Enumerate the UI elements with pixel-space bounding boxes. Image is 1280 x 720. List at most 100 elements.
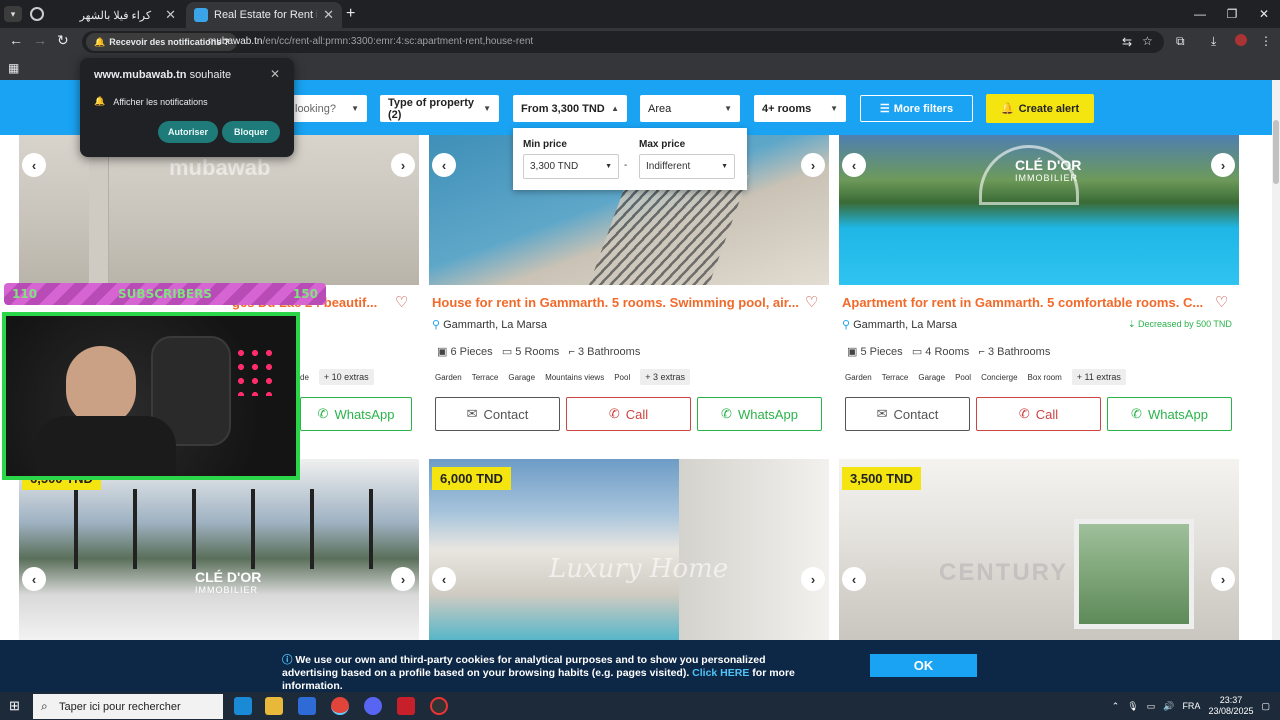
whatsapp-label: WhatsApp	[334, 406, 395, 422]
close-icon[interactable]: ✕	[270, 67, 280, 81]
carousel-prev-icon[interactable]: ‹	[432, 567, 456, 591]
page-scrollbar[interactable]	[1272, 80, 1280, 692]
min-price-select[interactable]: 3,300 TND ▼	[523, 154, 619, 179]
notifications-icon[interactable]: ▢	[1261, 701, 1270, 712]
rooms-select[interactable]: 4+ rooms ▼	[754, 95, 846, 122]
whatsapp-icon: ✆	[317, 406, 329, 421]
obs-icon[interactable]	[430, 697, 448, 715]
favorite-heart-icon[interactable]: ♡	[805, 293, 818, 311]
forward-icon[interactable]: →	[33, 32, 47, 48]
call-button[interactable]: ✆ Call	[976, 397, 1101, 431]
allow-button[interactable]: Autoriser	[158, 121, 218, 143]
bookmark-star-icon[interactable]: ☆	[1142, 34, 1153, 48]
video-editor-icon[interactable]	[397, 697, 415, 715]
photo-watermark: Luxury Home	[549, 554, 729, 584]
extras-badge[interactable]: + 11 extras	[1071, 369, 1126, 385]
address-bar[interactable]: 🔔 Recevoir des notifications ? mubawab.t…	[82, 31, 1164, 53]
tab-villa[interactable]: كراء فيلا بالشهر ✕	[44, 2, 184, 28]
carousel-prev-icon[interactable]: ‹	[842, 153, 866, 177]
whatsapp-button[interactable]: ✆ WhatsApp	[697, 397, 822, 431]
create-alert-button[interactable]: 🔔 Create alert	[986, 94, 1094, 123]
chrome-taskbar-icon[interactable]	[331, 697, 349, 715]
whatsapp-button[interactable]: ✆ WhatsApp	[1107, 397, 1232, 431]
pieces-icon: ▣	[437, 346, 451, 358]
subscriber-label: SUBSCRIBERS	[118, 287, 212, 301]
amenity-garden: Garden	[845, 372, 872, 382]
carousel-next-icon[interactable]: ›	[801, 567, 825, 591]
wall-decoration	[89, 135, 109, 285]
carousel-next-icon[interactable]: ›	[801, 153, 825, 177]
store-icon[interactable]	[298, 697, 316, 715]
cookie-link[interactable]: Click HERE	[692, 667, 749, 679]
translate-icon[interactable]: ⇆	[1122, 35, 1132, 49]
area-select[interactable]: Area ▼	[640, 95, 740, 122]
mubawab-favicon-icon	[194, 8, 208, 22]
property-type-select[interactable]: Type of property (2) ▼	[380, 95, 499, 122]
profile-avatar[interactable]	[1235, 34, 1247, 46]
call-button[interactable]: ✆ Call	[566, 397, 691, 431]
listing-photo[interactable]: CLÉ D'OR IMMOBILIER	[839, 135, 1239, 285]
bell-icon: 🔔	[94, 36, 106, 47]
discord-icon[interactable]	[364, 697, 382, 715]
clock[interactable]: 23:37 23/08/2025	[1208, 695, 1253, 717]
reload-icon[interactable]: ↻	[57, 32, 69, 49]
whatsapp-icon: ✆	[721, 406, 732, 421]
extras-badge[interactable]: + 10 extras	[318, 369, 374, 385]
carousel-next-icon[interactable]: ›	[391, 567, 415, 591]
taskbar-search-input[interactable]: ⌕ Taper ici pour rechercher	[33, 694, 223, 719]
tray-chevron-icon[interactable]: ⌃	[1112, 701, 1120, 712]
block-button[interactable]: Bloquer	[222, 121, 280, 143]
scrollbar-thumb[interactable]	[1273, 120, 1279, 184]
tab-search-icon[interactable]: ▾	[4, 6, 22, 22]
microphone-icon[interactable]: 🎙	[1127, 701, 1138, 712]
whatsapp-button[interactable]: ✆ WhatsApp	[300, 397, 412, 431]
extras-badge[interactable]: + 3 extras	[640, 369, 690, 385]
apps-grid-icon[interactable]: ▦	[8, 61, 19, 75]
carousel-prev-icon[interactable]: ‹	[842, 567, 866, 591]
chevron-down-icon: ▼	[351, 104, 359, 113]
more-filters-button[interactable]: ☰ More filters	[860, 95, 973, 122]
keyboard-language[interactable]: FRA	[1182, 701, 1200, 711]
windows-start-icon[interactable]: ⊞	[9, 698, 20, 714]
more-filters-label: More filters	[893, 102, 954, 115]
listing-title[interactable]: House for rent in Gammarth. 5 rooms. Swi…	[432, 295, 802, 310]
carousel-next-icon[interactable]: ›	[1211, 153, 1235, 177]
listing-amenities: de + 10 extras	[300, 369, 374, 385]
price-select[interactable]: From 3,300 TND ▲	[513, 95, 627, 122]
carousel-next-icon[interactable]: ›	[391, 153, 415, 177]
cookie-ok-button[interactable]: OK	[870, 654, 977, 677]
carousel-prev-icon[interactable]: ‹	[432, 153, 456, 177]
carousel-prev-icon[interactable]: ‹	[22, 153, 46, 177]
close-icon[interactable]: ✕	[165, 7, 176, 23]
carousel-next-icon[interactable]: ›	[1211, 567, 1235, 591]
menu-kebab-icon[interactable]: ⋮	[1260, 34, 1272, 48]
tab-real-estate[interactable]: Real Estate for Rent in Tunisia, F ✕	[186, 2, 342, 28]
contact-button[interactable]: ✉ Contact	[435, 397, 560, 431]
pieces-label: 5 Pieces	[860, 346, 903, 358]
restore-icon[interactable]: ❐	[1216, 0, 1248, 28]
close-window-icon[interactable]: ✕	[1248, 0, 1280, 28]
bed-icon: ▭	[911, 346, 926, 358]
search-icon: ⌕	[41, 699, 48, 713]
carousel-prev-icon[interactable]: ‹	[22, 567, 46, 591]
minimize-icon[interactable]: —	[1184, 0, 1216, 28]
file-explorer-icon[interactable]	[265, 697, 283, 715]
network-icon[interactable]: ▭	[1147, 701, 1156, 712]
listing-photo[interactable]: mubawab	[19, 135, 419, 285]
listing-title[interactable]: Apartment for rent in Gammarth. 5 comfor…	[842, 295, 1212, 310]
system-tray: ⌃ 🎙 ▭ 🔊 FRA 23:37 23/08/2025 ▢	[1112, 692, 1280, 720]
speaker-icon[interactable]: 🔊	[1163, 701, 1174, 712]
favorite-heart-icon[interactable]: ♡	[395, 293, 408, 311]
chevron-down-icon: ▼	[830, 104, 838, 113]
new-tab-icon[interactable]: +	[346, 5, 355, 23]
back-icon[interactable]: ←	[9, 32, 23, 48]
edge-icon[interactable]	[234, 697, 252, 715]
extensions-icon[interactable]: ⧉	[1176, 34, 1185, 49]
contact-button[interactable]: ✉ Contact	[845, 397, 970, 431]
download-icon[interactable]: ⤓	[1211, 34, 1216, 49]
keyword-search-input[interactable]: looking? ▼	[287, 95, 367, 122]
close-icon[interactable]: ✕	[323, 7, 334, 23]
subscriber-current: 110	[12, 287, 38, 301]
max-price-select[interactable]: Indifferent ▼	[639, 154, 735, 179]
favorite-heart-icon[interactable]: ♡	[1215, 293, 1228, 311]
